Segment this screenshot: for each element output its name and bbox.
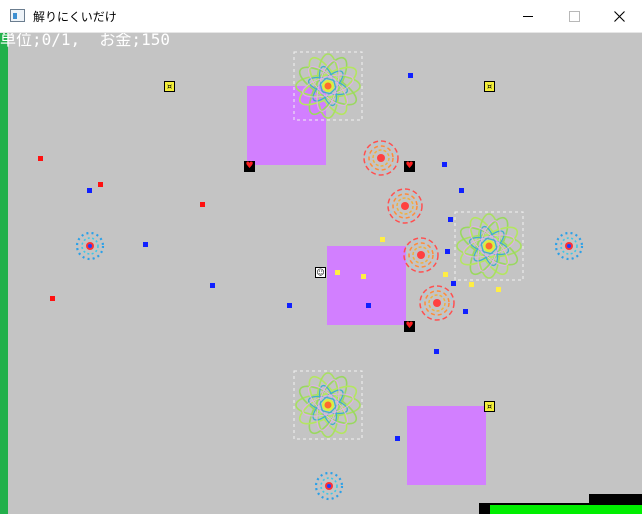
enemy-dot: [366, 303, 371, 308]
bullet-dot: [200, 202, 205, 207]
heart-icon: ♥: [244, 161, 255, 172]
coin-dot: [496, 287, 501, 292]
enemy-dot: [463, 309, 468, 314]
bullet-dot: [98, 182, 103, 187]
ring-enemy: [363, 140, 399, 176]
enemy-dot: [448, 217, 453, 222]
heart-icon: ♥: [404, 161, 415, 172]
enemy-dot: [445, 249, 450, 254]
enemy-dot: [451, 281, 456, 286]
coin-icon: ¤: [484, 401, 495, 412]
obstacle-block: [327, 246, 406, 325]
flower-enemy: [314, 471, 344, 501]
bullet-dot: [38, 156, 43, 161]
window-titlebar: 解りにくいだけ: [0, 0, 642, 33]
coin-icon: ¤: [484, 81, 495, 92]
enemy-dot: [287, 303, 292, 308]
mandala-enemy: [454, 211, 524, 281]
app-window-icon: [10, 9, 25, 22]
enemy-dot: [459, 188, 464, 193]
mandala-enemy: [293, 51, 363, 121]
ring-enemy: [403, 237, 439, 273]
heart-icon: ♥: [404, 321, 415, 332]
coin-dot: [335, 270, 340, 275]
enemy-dot: [434, 349, 439, 354]
player-smiley-icon: ☺: [315, 267, 326, 278]
ring-enemy: [387, 188, 423, 224]
enemy-dot: [408, 73, 413, 78]
window-title: 解りにくいだけ: [33, 10, 117, 24]
enemy-dot: [210, 283, 215, 288]
coin-dot: [443, 272, 448, 277]
coin-dot: [469, 282, 474, 287]
minimize-button[interactable]: [505, 0, 551, 32]
enemy-dot: [87, 188, 92, 193]
close-button[interactable]: [596, 0, 642, 32]
maximize-icon: [568, 10, 580, 22]
hp-bar-fill: [490, 505, 642, 514]
game-playfield[interactable]: ¤ ¤ ¤ ♥ ♥ ♥ ☺ 単位;0/1, お金;150: [0, 33, 642, 514]
enemy-dot: [442, 162, 447, 167]
coin-icon: ¤: [164, 81, 175, 92]
coin-dot: [380, 237, 385, 242]
left-boundary-bar: [0, 33, 8, 514]
maximize-button[interactable]: [551, 0, 597, 32]
minimize-icon: [523, 15, 533, 17]
ring-enemy: [419, 285, 455, 321]
close-icon: [613, 10, 625, 22]
enemy-dot: [143, 242, 148, 247]
hud-status-text: 単位;0/1, お金;150: [0, 33, 170, 49]
mandala-enemy: [293, 370, 363, 440]
obstacle-block: [407, 406, 486, 485]
bullet-dot: [50, 296, 55, 301]
coin-dot: [361, 274, 366, 279]
enemy-dot: [395, 436, 400, 441]
flower-enemy: [75, 231, 105, 261]
flower-enemy: [554, 231, 584, 261]
